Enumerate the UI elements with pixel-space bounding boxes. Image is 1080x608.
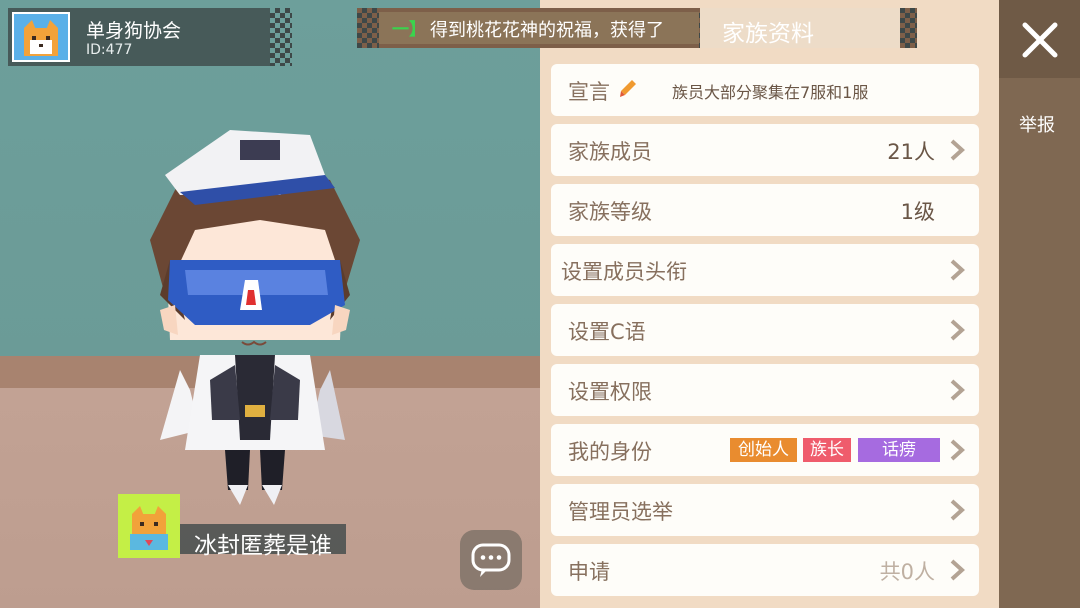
row-set-member-titles[interactable]: 设置成员头衔 <box>551 244 979 296</box>
right-sidebar <box>999 0 1080 608</box>
chevron-right-icon <box>950 139 965 161</box>
row-label: 设置C语 <box>568 320 646 344</box>
player-name: 冰封匿葬是谁 <box>180 524 346 559</box>
pencil-edit-icon[interactable] <box>618 78 638 100</box>
row-set-permissions[interactable]: 设置权限 <box>551 364 979 416</box>
close-icon[interactable] <box>1020 20 1060 60</box>
family-name: 单身狗协会 <box>86 20 182 42</box>
row-family-members[interactable]: 家族成员 21人 <box>551 124 979 176</box>
badge-leader: 族长 <box>803 438 851 462</box>
declaration-text: 族员大部分聚集在7服和1服 <box>672 83 869 102</box>
row-declaration[interactable]: 宣言 族员大部分聚集在7服和1服 <box>551 64 979 116</box>
chevron-right-icon <box>950 559 965 581</box>
row-applications[interactable]: 申请 共0人 <box>551 544 979 596</box>
game-scene: 单身狗协会 ID:477 冰封匿葬是谁 <box>0 0 540 608</box>
report-button[interactable]: 举报 <box>1019 111 1055 137</box>
notice-text: 得到桃花花神的祝福，获得了 <box>430 20 664 41</box>
player-avatar[interactable] <box>140 120 370 510</box>
row-label: 设置成员头衔 <box>561 260 687 284</box>
chevron-right-icon <box>950 439 965 461</box>
row-value: 1级 <box>900 200 935 224</box>
badge-founder: 创始人 <box>730 438 797 462</box>
row-set-c-phrase[interactable]: 设置C语 <box>551 304 979 356</box>
chat-button[interactable] <box>460 530 522 590</box>
row-label: 宣言 <box>568 80 610 104</box>
row-label: 设置权限 <box>568 380 652 404</box>
notice-mark: 一】 <box>392 20 426 40</box>
chevron-right-icon <box>950 379 965 401</box>
row-label: 我的身份 <box>568 440 652 464</box>
row-label: 管理员选举 <box>568 500 673 524</box>
pixel-edge-decoration <box>270 8 292 66</box>
row-family-level: 家族等级 1级 <box>551 184 979 236</box>
chat-bubble-icon <box>471 543 511 577</box>
row-label: 申请 <box>568 560 610 584</box>
row-my-identity[interactable]: 我的身份 创始人 族长 话痨 <box>551 424 979 476</box>
row-value: 共0人 <box>879 560 935 584</box>
player-portrait-icon <box>118 494 180 558</box>
family-id: ID:477 <box>86 42 133 58</box>
pixel-edge-decoration <box>357 8 379 48</box>
badge-chatterbox: 话痨 <box>858 438 940 462</box>
family-card[interactable]: 单身狗协会 ID:477 <box>8 8 270 66</box>
panel-title: 家族资料 <box>722 21 814 47</box>
row-label: 家族成员 <box>568 140 652 164</box>
row-admin-election[interactable]: 管理员选举 <box>551 484 979 536</box>
chevron-right-icon <box>950 499 965 521</box>
chevron-right-icon <box>950 259 965 281</box>
family-logo-icon <box>12 12 70 62</box>
row-label: 家族等级 <box>568 200 652 224</box>
row-value: 21人 <box>887 140 935 164</box>
chevron-right-icon <box>950 319 965 341</box>
